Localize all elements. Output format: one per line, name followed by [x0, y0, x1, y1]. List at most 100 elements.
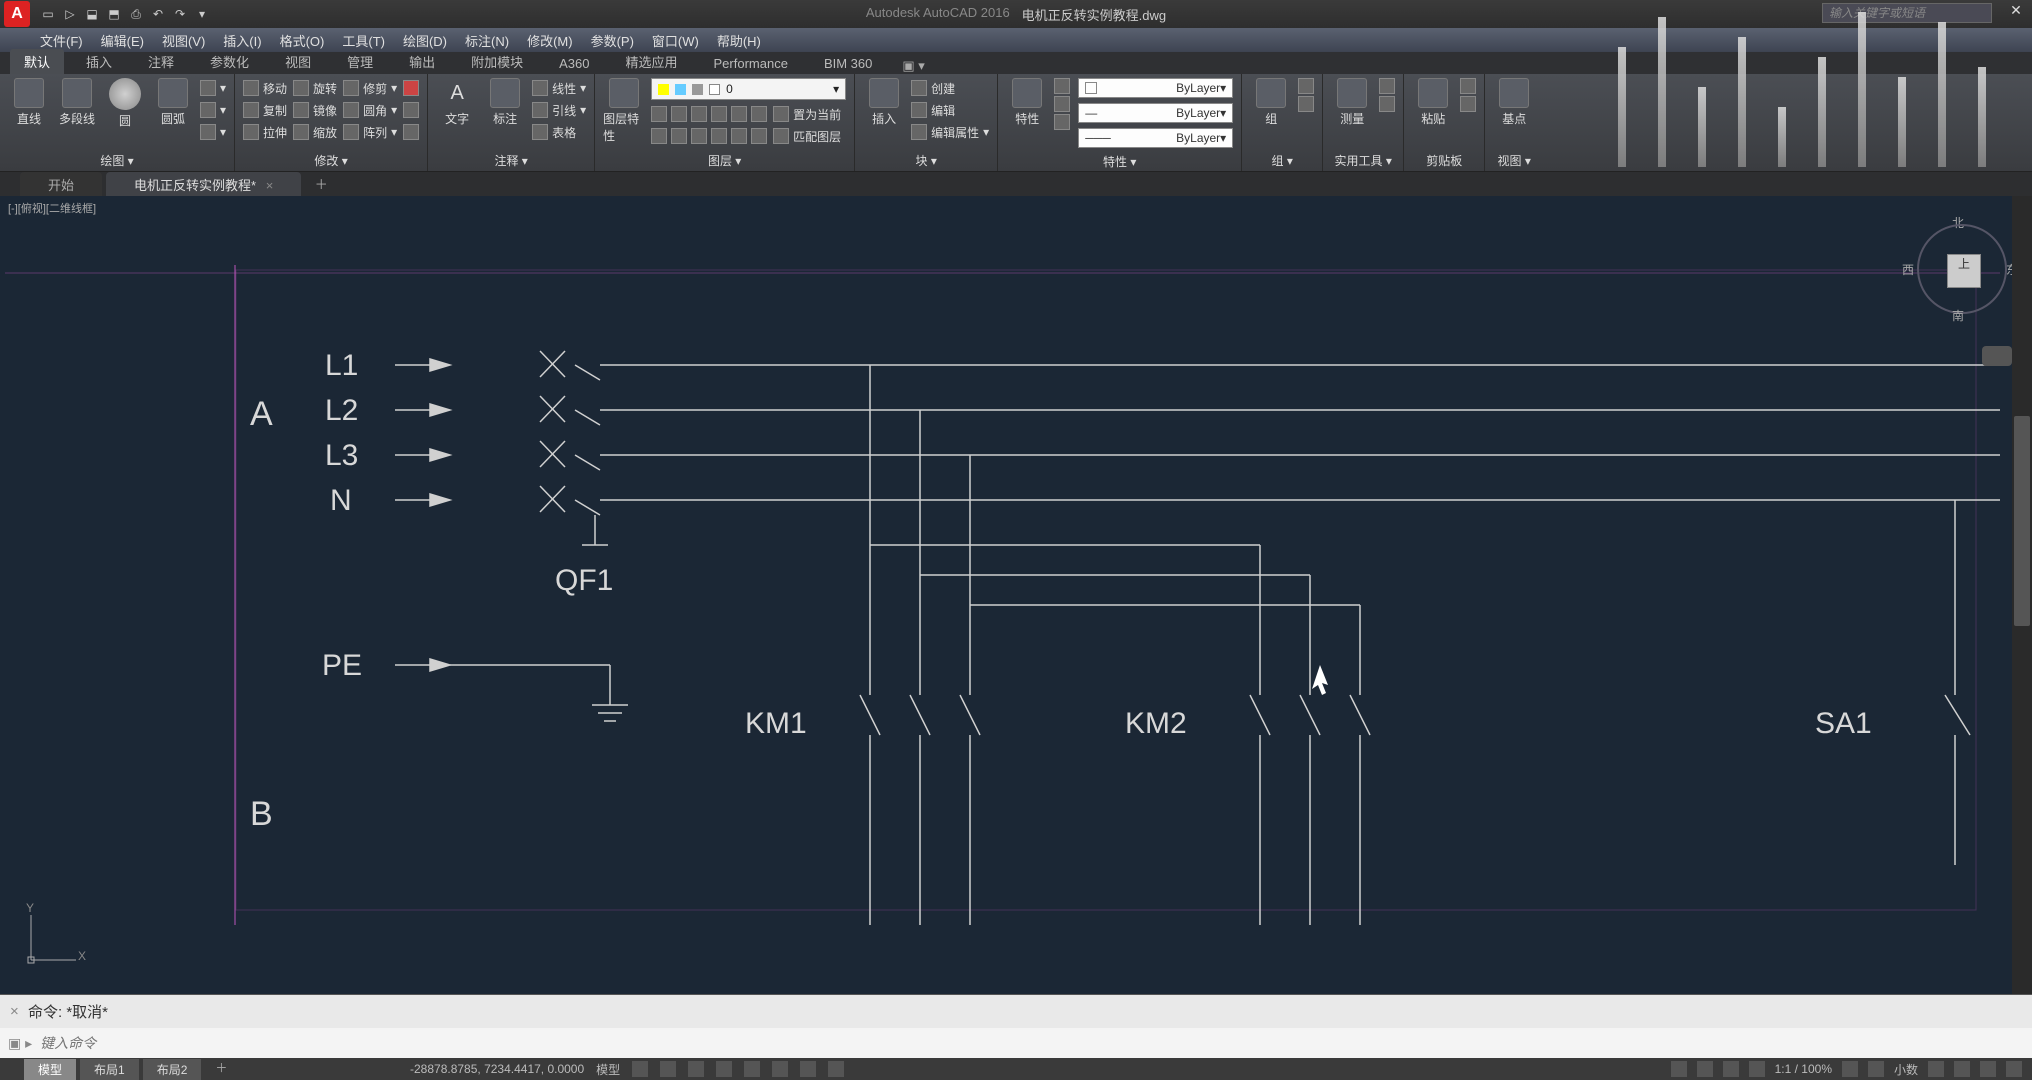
measure-button[interactable]: 测量	[1331, 78, 1373, 127]
qat-open-icon[interactable]: ▷	[60, 4, 80, 24]
menu-help[interactable]: 帮助(H)	[717, 31, 761, 50]
line-button[interactable]: 直线	[8, 78, 50, 127]
status-ico-a[interactable]	[1671, 1061, 1687, 1077]
menu-tools[interactable]: 工具(T)	[342, 31, 385, 50]
panel-title-block[interactable]: 块 ▾	[916, 150, 937, 169]
menu-dimension[interactable]: 标注(N)	[465, 31, 509, 50]
lineweight-dropdown[interactable]: —ByLayer ▾	[1078, 103, 1233, 123]
qat-print-icon[interactable]: ⎙	[126, 4, 146, 24]
stretch-button[interactable]: 拉伸	[243, 122, 287, 142]
menu-draw[interactable]: 绘图(D)	[403, 31, 447, 50]
otrack-toggle-icon[interactable]	[772, 1061, 788, 1077]
ribbon-tab-manage[interactable]: 管理	[333, 49, 387, 74]
cut-icon[interactable]	[1460, 78, 1476, 94]
group-ex1[interactable]	[1298, 78, 1314, 94]
layer-ico-9[interactable]	[691, 128, 707, 144]
insert-block-button[interactable]: 插入	[863, 78, 905, 127]
basepoint-button[interactable]: 基点	[1493, 78, 1535, 127]
layer-dropdown[interactable]: 0 ▾	[651, 78, 846, 100]
menu-insert[interactable]: 插入(I)	[223, 31, 261, 50]
doc-tab-add-button[interactable]: ＋	[311, 174, 331, 194]
modify-ex3[interactable]	[403, 122, 419, 142]
layer-ico-11[interactable]	[731, 128, 747, 144]
layer-ico-8[interactable]	[671, 128, 687, 144]
status-ico-e[interactable]	[1868, 1061, 1884, 1077]
qat-redo-icon[interactable]: ↷	[170, 4, 190, 24]
scale-button[interactable]: 缩放	[293, 122, 337, 142]
panel-title-annotate[interactable]: 注释 ▾	[494, 150, 527, 169]
status-ico-b[interactable]	[1697, 1061, 1713, 1077]
layout-tab-2[interactable]: 布局2	[143, 1059, 202, 1080]
layout-tab-add-button[interactable]: ＋	[211, 1059, 231, 1079]
viewcube[interactable]: 北 上 西 东 南	[1912, 216, 2012, 336]
ribbon-tab-addins[interactable]: 附加模块	[457, 49, 537, 74]
navbar-wheel-icon[interactable]	[1982, 346, 2012, 366]
text-button[interactable]: A文字	[436, 78, 478, 127]
edit-attrib-button[interactable]: 编辑属性 ▾	[911, 122, 989, 142]
close-icon[interactable]: ✕	[2004, 2, 2028, 22]
gear-icon[interactable]	[1842, 1061, 1858, 1077]
polyline-button[interactable]: 多段线	[56, 78, 98, 127]
menu-view[interactable]: 视图(V)	[162, 31, 205, 50]
layout-tab-1[interactable]: 布局1	[80, 1059, 139, 1080]
layer-ico-4[interactable]	[711, 106, 727, 122]
status-space[interactable]: 模型	[596, 1061, 620, 1078]
status-ico-g[interactable]	[1954, 1061, 1970, 1077]
status-units[interactable]: 小数	[1894, 1061, 1918, 1078]
ribbon-tab-featured[interactable]: 精选应用	[612, 49, 692, 74]
ribbon-tab-a360[interactable]: A360	[545, 53, 603, 74]
paste-button[interactable]: 粘贴	[1412, 78, 1454, 127]
menu-window[interactable]: 窗口(W)	[652, 31, 699, 50]
panel-title-group[interactable]: 组 ▾	[1272, 150, 1293, 169]
arc-button[interactable]: 圆弧	[152, 78, 194, 127]
cleanscreen-icon[interactable]	[2006, 1061, 2022, 1077]
transparency-toggle-icon[interactable]	[828, 1061, 844, 1077]
rotate-button[interactable]: 旋转	[293, 78, 337, 98]
menu-file[interactable]: 文件(F)	[40, 31, 83, 50]
panel-title-draw[interactable]: 绘图 ▾	[100, 150, 133, 169]
group-button[interactable]: 组	[1250, 78, 1292, 127]
ribbon-tab-default[interactable]: 默认	[10, 49, 64, 74]
ribbon-tab-output[interactable]: 输出	[395, 49, 449, 74]
qat-more-icon[interactable]: ▾	[192, 4, 212, 24]
drawing-canvas[interactable]: [-][俯视][二维线框] A B L1 L2 L3 N PE	[0, 196, 2032, 994]
panel-title-util[interactable]: 实用工具 ▾	[1335, 150, 1392, 169]
menu-modify[interactable]: 修改(M)	[527, 31, 573, 50]
panel-title-clip[interactable]: 剪贴板	[1426, 150, 1462, 169]
doc-tab-start[interactable]: 开始	[20, 172, 102, 197]
ribbon-tab-bim360[interactable]: BIM 360	[810, 53, 886, 74]
viewcube-top-face[interactable]: 上	[1947, 254, 1981, 288]
properties-button[interactable]: 特性	[1006, 78, 1048, 127]
draw-extra-1[interactable]: ▾	[200, 78, 226, 98]
cmd-close-icon[interactable]: ×	[10, 1003, 28, 1020]
osnap-toggle-icon[interactable]	[744, 1061, 760, 1077]
match-layer-button[interactable]: 匹配图层	[773, 126, 841, 146]
fillet-button[interactable]: 圆角 ▾	[343, 100, 397, 120]
copy-button[interactable]: 复制	[243, 100, 287, 120]
table-button[interactable]: 表格	[532, 122, 586, 142]
layout-tab-model[interactable]: 模型	[24, 1059, 76, 1080]
doc-tab-close-icon[interactable]: ×	[266, 178, 274, 193]
util-ex2[interactable]	[1379, 96, 1395, 112]
snap-toggle-icon[interactable]	[660, 1061, 676, 1077]
layer-ico-10[interactable]	[711, 128, 727, 144]
vertical-scrollbar[interactable]	[2012, 196, 2032, 994]
menu-format[interactable]: 格式(O)	[280, 31, 325, 50]
modify-ex2[interactable]	[403, 100, 419, 120]
prop-ico-3[interactable]	[1054, 114, 1070, 130]
match-prop-icon[interactable]	[1054, 78, 1070, 94]
color-dropdown[interactable]: ByLayer ▾	[1078, 78, 1233, 98]
polar-toggle-icon[interactable]	[716, 1061, 732, 1077]
doc-tab-current[interactable]: 电机正反转实例教程* ×	[106, 172, 301, 197]
panel-title-props[interactable]: 特性 ▾	[1103, 151, 1136, 170]
layer-ico-5[interactable]	[731, 106, 747, 122]
status-scale[interactable]: 1:1 / 100%	[1775, 1062, 1832, 1076]
edit-block-button[interactable]: 编辑	[911, 100, 989, 120]
help-search-input[interactable]: 输入关键字或短语	[1822, 3, 1992, 23]
layer-ico-2[interactable]	[671, 106, 687, 122]
scrollbar-thumb[interactable]	[2014, 416, 2030, 626]
ribbon-tab-insert[interactable]: 插入	[72, 49, 126, 74]
layer-ico-3[interactable]	[691, 106, 707, 122]
qat-saveas-icon[interactable]: ⬒	[104, 4, 124, 24]
ribbon-tab-camera-icon[interactable]: ▣ ▾	[902, 58, 924, 74]
